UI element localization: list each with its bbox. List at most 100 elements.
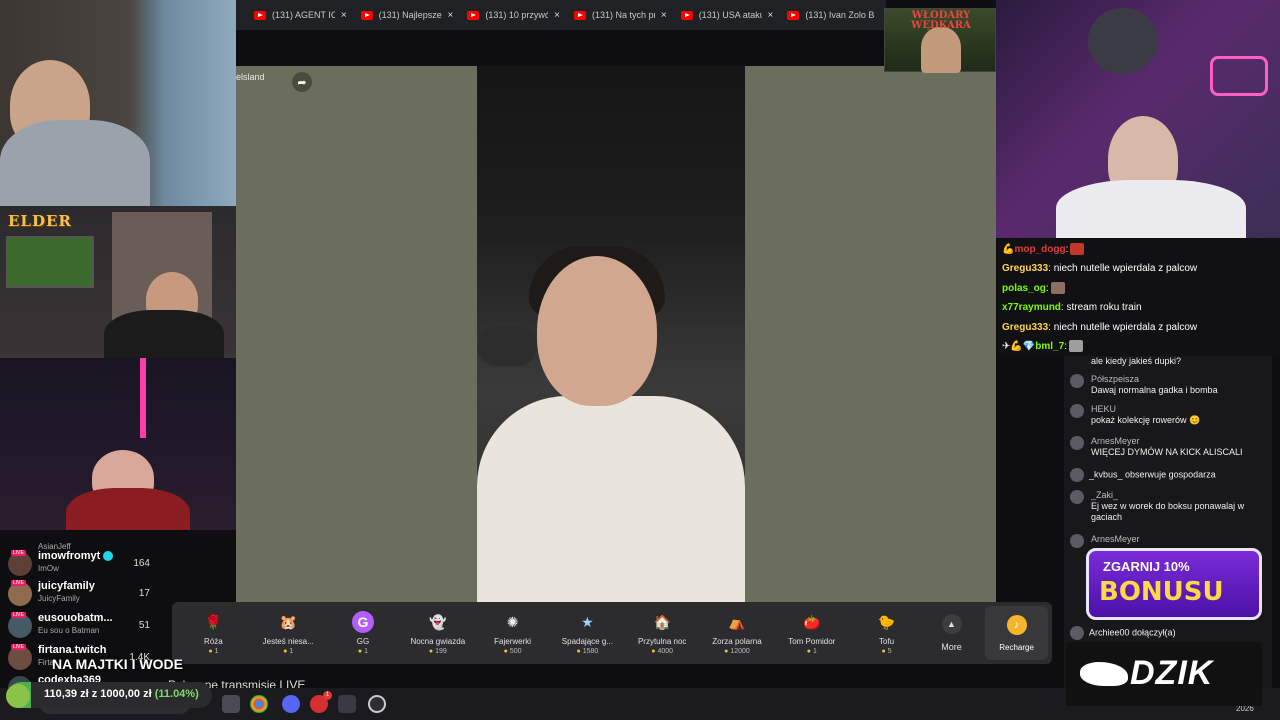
- youtube-icon: [574, 10, 587, 20]
- dzik-logo: DZIK: [1066, 642, 1262, 706]
- app-icon[interactable]: 1: [310, 691, 332, 713]
- avatar: [1070, 374, 1084, 388]
- chat-message: ArnesMeyer: [1070, 534, 1266, 548]
- host-head: [537, 256, 657, 406]
- chat-message: Półszpeisza Dawaj normalna gadka i bomba: [1070, 374, 1266, 396]
- neon-light: [140, 358, 146, 438]
- avatar: [1070, 468, 1084, 482]
- room-name: elsland: [236, 72, 265, 82]
- chat-message: HEKU pokaż kolekcję rowerów 😊: [1070, 404, 1266, 426]
- coin-icon: ♪: [1006, 614, 1027, 635]
- streamer-body: [1056, 180, 1246, 238]
- youtube-icon: [254, 10, 266, 20]
- gift-item[interactable]: 🐤Tofu5: [849, 611, 924, 656]
- live-badge: LIVE: [11, 644, 26, 650]
- live-badge: LIVE: [11, 612, 26, 618]
- list-item[interactable]: LIVE imowfromyt ImOw 164: [8, 548, 168, 578]
- browser-tab[interactable]: (131) USA atakuje×: [675, 3, 780, 27]
- logo-figure: [921, 27, 961, 73]
- chat-line: ✈💪💎bml_7:: [1002, 337, 1276, 356]
- list-item[interactable]: LIVE eusouobatm... Eu sou o Batman 51: [8, 610, 168, 640]
- youtube-icon: [787, 10, 800, 20]
- bonus-banner[interactable]: ZGARNIJ 10% BONUSU: [1086, 548, 1262, 620]
- gift-item[interactable]: 👻Nocna gwiazda199: [400, 611, 475, 656]
- close-tab-icon[interactable]: ×: [448, 10, 454, 21]
- hamster-icon: 🐹: [279, 613, 297, 630]
- obs-icon[interactable]: [368, 695, 386, 713]
- browser-tab[interactable]: (131) Na tych prz ×: [568, 3, 673, 27]
- join-icon: [1070, 626, 1084, 640]
- gift-item[interactable]: ★Spadające g...1580: [550, 611, 625, 656]
- recharge-button[interactable]: ♪ Recharge: [985, 606, 1049, 660]
- neon-sign: [1210, 56, 1268, 96]
- close-tab-icon[interactable]: ×: [768, 10, 774, 21]
- goal-amount: 110,39 zł z 1000,00 zł (11.04%): [44, 688, 199, 700]
- kick-chat: ale kiedy jakieś dupki? Półszpeisza Dawaj…: [1064, 356, 1272, 688]
- emote-icon: [1050, 282, 1065, 295]
- browser-tab[interactable]: (131) 10 przywódc×: [461, 3, 566, 27]
- gift-item[interactable]: GGG1: [326, 611, 401, 655]
- close-tab-icon[interactable]: ×: [661, 10, 667, 21]
- vinyl-record: [1088, 8, 1158, 74]
- chat-line: x77raymund: stream roku train: [1002, 302, 1142, 314]
- emote-icon: [1070, 243, 1085, 256]
- gift-item[interactable]: ✺Fajerwerki500: [475, 611, 550, 656]
- chat-overlay: 💪mop_dogg: Gregu333: niech nutelle wpier…: [998, 238, 1280, 356]
- close-tab-icon[interactable]: ×: [554, 10, 560, 21]
- gift-item[interactable]: ⛺Zorza polarna12000: [700, 611, 775, 656]
- elder-logo: ELDER: [8, 212, 72, 230]
- streamer-body: [104, 310, 224, 358]
- gift-item[interactable]: 🏠Przytulna noc4000: [625, 611, 700, 656]
- main-live-video[interactable]: [477, 66, 745, 602]
- app-icon[interactable]: [338, 695, 356, 713]
- avatar: [1070, 490, 1084, 504]
- cozy-night-icon: 🏠: [653, 613, 671, 630]
- youtube-icon: [680, 10, 693, 20]
- avatar: [1070, 436, 1084, 450]
- tofu-icon: 🐤: [877, 613, 896, 630]
- fireworks-icon: ✺: [506, 613, 519, 630]
- verified-icon: [103, 551, 114, 562]
- webcam-top-right: [996, 0, 1280, 238]
- wlodary-logo: WŁODARY WĘDKARA: [884, 8, 996, 73]
- chevron-up-icon: ▲: [941, 614, 962, 634]
- tomato-icon: 🍅: [803, 613, 821, 630]
- avatar: [1070, 534, 1084, 548]
- aurora-icon: ⛺: [728, 613, 746, 630]
- goal-caption: NA MAJTKI I WODE: [52, 656, 183, 672]
- live-badge: LIVE: [11, 550, 26, 556]
- chat-message: _kvbus_ obserwuje gospodarza: [1070, 468, 1216, 482]
- notification-badge: 1: [323, 691, 332, 700]
- browser-tab-strip: (131) AGENT ICE× (131) Najlepsze Te× (13…: [236, 0, 886, 30]
- more-gifts-button[interactable]: ▲ More: [924, 614, 979, 652]
- money-icon: [6, 684, 30, 708]
- badge-icon: ✈💪💎: [1002, 340, 1036, 352]
- gift-item[interactable]: 🍅Tom Pomidor1: [774, 611, 849, 656]
- browser-tab[interactable]: (131) AGENT ICE×: [248, 3, 353, 27]
- gift-item[interactable]: 🐹Jesteś niesa...1: [251, 611, 326, 656]
- streamer-body: [0, 120, 150, 206]
- avatar: [1070, 404, 1084, 418]
- list-item[interactable]: LIVE juicyfamily JuicyFamily 17: [8, 578, 168, 608]
- gift-item[interactable]: 🌹Róża1: [176, 611, 251, 656]
- browser-tab[interactable]: (131) Najlepsze Te×: [355, 3, 460, 27]
- gift-bar: 🌹Róża1 🐹Jesteś niesa...1 GGG1 👻Nocna gwi…: [172, 602, 1052, 664]
- emote-icon: [1068, 340, 1083, 353]
- chat-line: 💪mop_dogg:: [1002, 240, 1276, 259]
- share-icon: ➦: [297, 76, 307, 89]
- browser-tab[interactable]: (131) Ivan Zolo B: [781, 3, 886, 27]
- streamer-body: [66, 488, 190, 530]
- chat-message: ArnesMeyer WIĘCEJ DYMÓW NA KICK ALISCALI: [1070, 436, 1266, 458]
- task-view-icon[interactable]: [222, 695, 240, 713]
- youtube-icon: [467, 10, 480, 20]
- youtube-icon: [360, 10, 373, 20]
- chrome-icon[interactable]: [250, 695, 268, 713]
- discord-icon[interactable]: [282, 695, 300, 713]
- chat-message: Archiee00 dołączył(a): [1070, 626, 1176, 640]
- chat-line: Gregu333: niech nutelle wpierdala z palc…: [1002, 263, 1198, 275]
- host-body: [477, 396, 745, 602]
- webcam-top-left: [0, 0, 236, 206]
- webcam-gaming-room: [0, 358, 272, 530]
- close-tab-icon[interactable]: ×: [341, 10, 347, 21]
- share-button[interactable]: ➦: [292, 72, 312, 92]
